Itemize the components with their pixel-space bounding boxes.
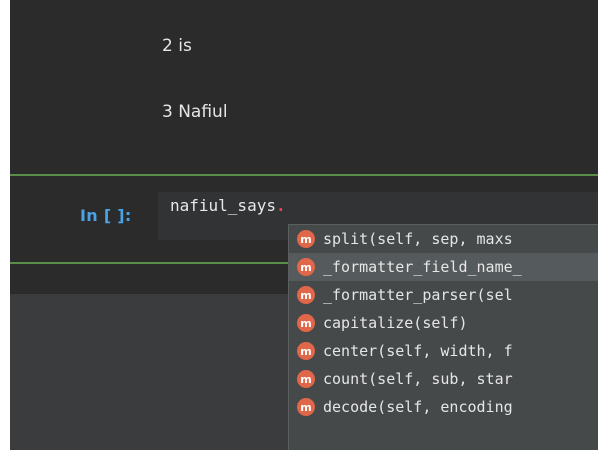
method-icon: m xyxy=(297,314,315,332)
completion-label: _formatter_field_name_ xyxy=(323,258,522,276)
completion-label: capitalize(self) xyxy=(323,314,468,332)
output-line: 3 Nafiul xyxy=(162,102,228,122)
notebook-frame: 2 is 3 Nafiul In [ ]: nafiul_says. m spl… xyxy=(10,0,598,450)
completion-label: split(self, sep, maxs xyxy=(323,230,513,248)
output-line: 2 is xyxy=(162,36,192,56)
cell-code[interactable]: nafiul_says. xyxy=(170,196,286,215)
completion-item[interactable]: m center(self, width, f xyxy=(289,337,598,365)
completion-item[interactable]: m capitalize(self) xyxy=(289,309,598,337)
method-icon: m xyxy=(297,286,315,304)
method-icon: m xyxy=(297,258,315,276)
completion-item[interactable]: m _formatter_parser(sel xyxy=(289,281,598,309)
completion-label: _formatter_parser(sel xyxy=(323,286,513,304)
completion-item[interactable]: m count(self, sub, star xyxy=(289,365,598,393)
completion-label: center(self, width, f xyxy=(323,342,513,360)
cell-top-border xyxy=(10,174,598,176)
cell-prompt: In [ ]: xyxy=(80,206,132,225)
method-icon: m xyxy=(297,398,315,416)
code-cursor: . xyxy=(275,196,286,215)
completion-item[interactable]: m decode(self, encoding xyxy=(289,393,598,421)
completion-item[interactable]: m split(self, sep, maxs xyxy=(289,225,598,253)
method-icon: m xyxy=(297,230,315,248)
method-icon: m xyxy=(297,342,315,360)
completion-label: decode(self, encoding xyxy=(323,398,513,416)
completion-item-selected[interactable]: m _formatter_field_name_ xyxy=(289,253,598,281)
code-text: nafiul_says xyxy=(170,196,276,215)
method-icon: m xyxy=(297,370,315,388)
completion-popup[interactable]: m split(self, sep, maxs m _formatter_fie… xyxy=(288,224,598,450)
completion-label: count(self, sub, star xyxy=(323,370,513,388)
